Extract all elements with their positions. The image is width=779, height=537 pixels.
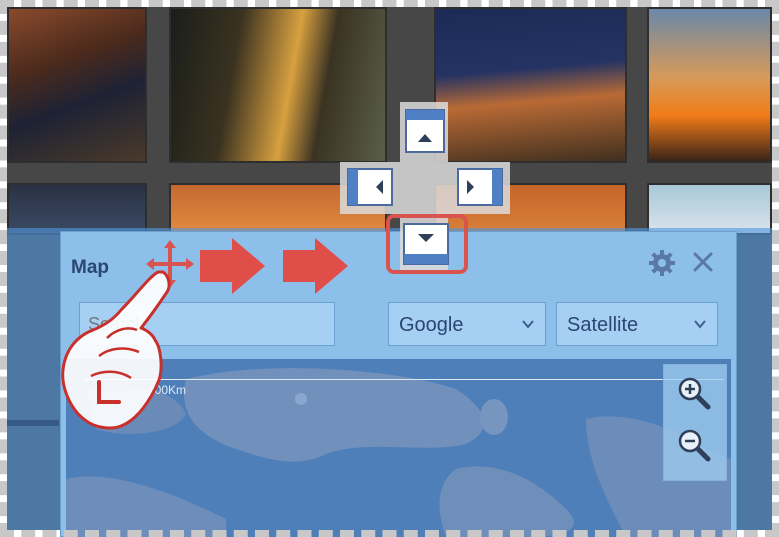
drag-annotation bbox=[61, 238, 348, 430]
chevron-down-icon bbox=[694, 320, 706, 329]
close-icon[interactable] bbox=[691, 250, 715, 274]
dock-right-target[interactable] bbox=[457, 168, 503, 206]
map-type-select[interactable]: Satellite bbox=[556, 302, 718, 346]
gear-icon[interactable] bbox=[647, 248, 677, 278]
dock-top-target[interactable] bbox=[405, 109, 445, 153]
dock-guide-compass bbox=[340, 102, 510, 274]
right-arrow-icon bbox=[283, 238, 348, 294]
zoom-out-icon[interactable] bbox=[674, 425, 714, 465]
map-type-value: Satellite bbox=[567, 314, 639, 336]
dock-left-target[interactable] bbox=[347, 168, 393, 206]
zoom-in-icon[interactable] bbox=[674, 373, 714, 413]
map-provider-value: Google bbox=[399, 314, 464, 336]
photo-tile[interactable] bbox=[647, 7, 772, 163]
right-arrow-icon bbox=[200, 238, 265, 294]
pointing-hand-icon bbox=[61, 270, 171, 430]
dock-preview-separator bbox=[7, 420, 59, 426]
zoom-controls bbox=[663, 364, 727, 481]
photo-tile[interactable] bbox=[7, 7, 147, 163]
map-provider-select[interactable]: Google bbox=[388, 302, 546, 346]
chevron-down-icon bbox=[522, 320, 534, 329]
dock-bottom-target[interactable] bbox=[386, 214, 468, 274]
